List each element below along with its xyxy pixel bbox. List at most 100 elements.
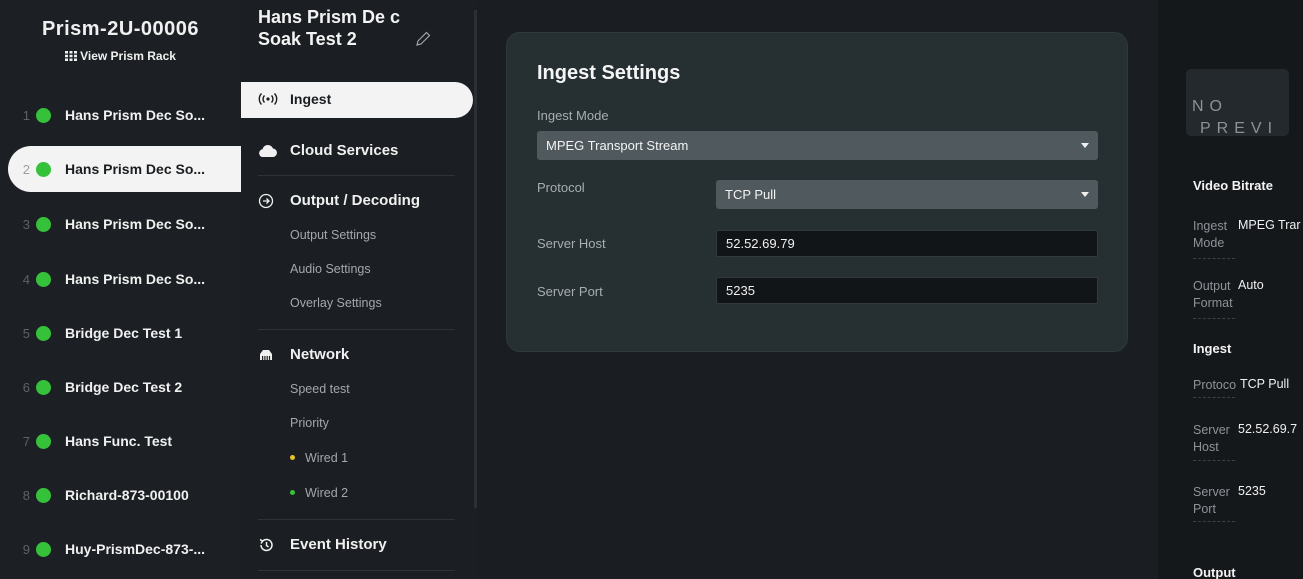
- link-status-dot: [290, 490, 295, 495]
- device-item[interactable]: 1 Hans Prism Dec So...: [0, 92, 241, 138]
- nav-ingest-label: Ingest: [290, 91, 332, 107]
- device-name: Richard-873-00100: [65, 487, 189, 503]
- nav-event-history-label: Event History: [290, 536, 387, 553]
- ingest-mode-label: Ingest Mode: [537, 108, 609, 123]
- ethernet-icon: [258, 348, 284, 362]
- device-item[interactable]: 8 Richard-873-00100: [0, 472, 241, 518]
- dashed-divider: [1193, 521, 1235, 522]
- status-dot: [36, 433, 51, 449]
- server-port-key: Server Port: [1193, 485, 1230, 516]
- ingest-mode-key: Ingest Mode: [1193, 219, 1228, 250]
- device-item[interactable]: 3 Hans Prism Dec So...: [0, 201, 241, 247]
- server-host-key: Server Host: [1193, 423, 1230, 454]
- nav-item-network[interactable]: Network: [258, 346, 349, 363]
- output-heading: Output: [1193, 565, 1236, 579]
- ingest-heading: Ingest: [1193, 341, 1232, 356]
- chevron-down-icon: [1081, 143, 1089, 148]
- broadcast-icon: [258, 92, 284, 106]
- status-dot: [36, 487, 51, 503]
- chevron-down-icon: [1081, 192, 1089, 197]
- device-name: Hans Prism Dec So...: [65, 161, 206, 177]
- rack-title: Prism-2U-00006: [41, 18, 200, 40]
- video-bitrate-heading: Video Bitrate: [1193, 178, 1273, 193]
- nav-sub-wired-1[interactable]: Wired 1: [290, 451, 348, 465]
- server-port-label: Server Port: [537, 284, 603, 299]
- nav-sub-speed-test[interactable]: Speed test: [290, 382, 350, 396]
- nav-divider: [258, 519, 455, 520]
- view-rack-label: View Prism Rack: [80, 49, 176, 63]
- ingest-mode-val: MPEG Trar: [1238, 218, 1301, 232]
- output-format-val: Auto: [1238, 278, 1264, 292]
- status-dot: [36, 107, 51, 123]
- nav-item-ingest[interactable]: Ingest: [258, 91, 331, 107]
- dashed-divider: [1193, 258, 1235, 259]
- device-number: 9: [22, 541, 30, 557]
- protocol-value: TCP Pull: [725, 187, 777, 202]
- server-port-val: 5235: [1238, 484, 1266, 498]
- device-name: Hans Prism Dec So...: [65, 271, 206, 287]
- server-host-input[interactable]: [716, 230, 1098, 257]
- nav-divider: [258, 175, 455, 176]
- device-number: 8: [22, 487, 30, 503]
- device-number: 6: [22, 379, 30, 395]
- device-item[interactable]: 7 Hans Func. Test: [0, 418, 241, 464]
- output-circle-icon: [258, 193, 284, 209]
- nav-cloud-label: Cloud Services: [290, 142, 399, 159]
- link-status-dot: [290, 455, 295, 460]
- status-dot: [36, 161, 51, 177]
- protocol-val: TCP Pull: [1240, 377, 1290, 391]
- history-icon: [258, 537, 284, 553]
- wired-1-label: Wired 1: [305, 451, 349, 465]
- nav-item-event-history[interactable]: Event History: [258, 536, 387, 553]
- stream-title: Hans Prism De c Soak Test 2: [258, 7, 401, 49]
- status-dot: [36, 541, 51, 557]
- nav-sub-wired-2[interactable]: Wired 2: [290, 486, 348, 500]
- device-name: Huy-PrismDec-873-...: [65, 541, 206, 557]
- device-name: Hans Func. Test: [65, 433, 173, 449]
- device-name: Hans Prism Dec So...: [65, 107, 206, 123]
- server-host-val: 52.52.69.7: [1238, 422, 1298, 436]
- server-port-input[interactable]: [716, 277, 1098, 304]
- nav-output-label: Output / Decoding: [290, 192, 420, 209]
- wired-2-label: Wired 2: [305, 486, 349, 500]
- device-item[interactable]: 9 Huy-PrismDec-873-...: [0, 526, 241, 572]
- nav-sub-priority[interactable]: Priority: [290, 416, 329, 430]
- nav-divider: [258, 329, 455, 330]
- nav-item-cloud-services[interactable]: Cloud Services: [258, 142, 398, 159]
- dashed-divider: [1193, 318, 1235, 319]
- ingest-mode-select[interactable]: MPEG Transport Stream: [537, 131, 1098, 160]
- dashed-divider: [1193, 397, 1235, 398]
- nav-sub-output-settings[interactable]: Output Settings: [290, 228, 376, 242]
- protocol-select[interactable]: TCP Pull: [716, 180, 1098, 209]
- protocol-key: Protoco: [1193, 378, 1237, 392]
- server-host-label: Server Host: [537, 236, 606, 251]
- status-dot: [36, 216, 51, 232]
- no-preview-text-2: PREVI: [1200, 120, 1279, 137]
- nav-divider: [258, 570, 455, 571]
- device-name: Bridge Dec Test 2: [65, 379, 183, 395]
- status-dot: [36, 325, 51, 341]
- device-number: 1: [22, 107, 30, 123]
- device-number: 4: [22, 271, 30, 287]
- device-name: Hans Prism Dec So...: [65, 216, 206, 232]
- view-rack-link[interactable]: View Prism Rack: [0, 49, 241, 63]
- output-format-key: Output Format: [1193, 279, 1233, 310]
- pencil-icon[interactable]: [414, 30, 432, 48]
- device-item[interactable]: 6 Bridge Dec Test 2: [0, 364, 241, 410]
- device-name: Bridge Dec Test 1: [65, 325, 183, 341]
- device-item[interactable]: 5 Bridge Dec Test 1: [0, 310, 241, 356]
- device-item[interactable]: 4 Hans Prism Dec So...: [0, 256, 241, 302]
- device-item-active[interactable]: 2 Hans Prism Dec So...: [8, 146, 241, 192]
- nav-item-output-decoding[interactable]: Output / Decoding: [258, 192, 420, 209]
- nav-sub-overlay-settings[interactable]: Overlay Settings: [290, 296, 382, 310]
- ingest-mode-value: MPEG Transport Stream: [546, 138, 689, 153]
- device-number: 5: [22, 325, 30, 341]
- dashed-divider: [1193, 460, 1235, 461]
- nav-sub-audio-settings[interactable]: Audio Settings: [290, 262, 371, 276]
- protocol-label: Protocol: [537, 180, 585, 195]
- device-number: 3: [22, 216, 30, 232]
- device-number: 2: [22, 161, 30, 177]
- status-dot: [36, 271, 51, 287]
- device-number: 7: [22, 433, 30, 449]
- status-dot: [36, 379, 51, 395]
